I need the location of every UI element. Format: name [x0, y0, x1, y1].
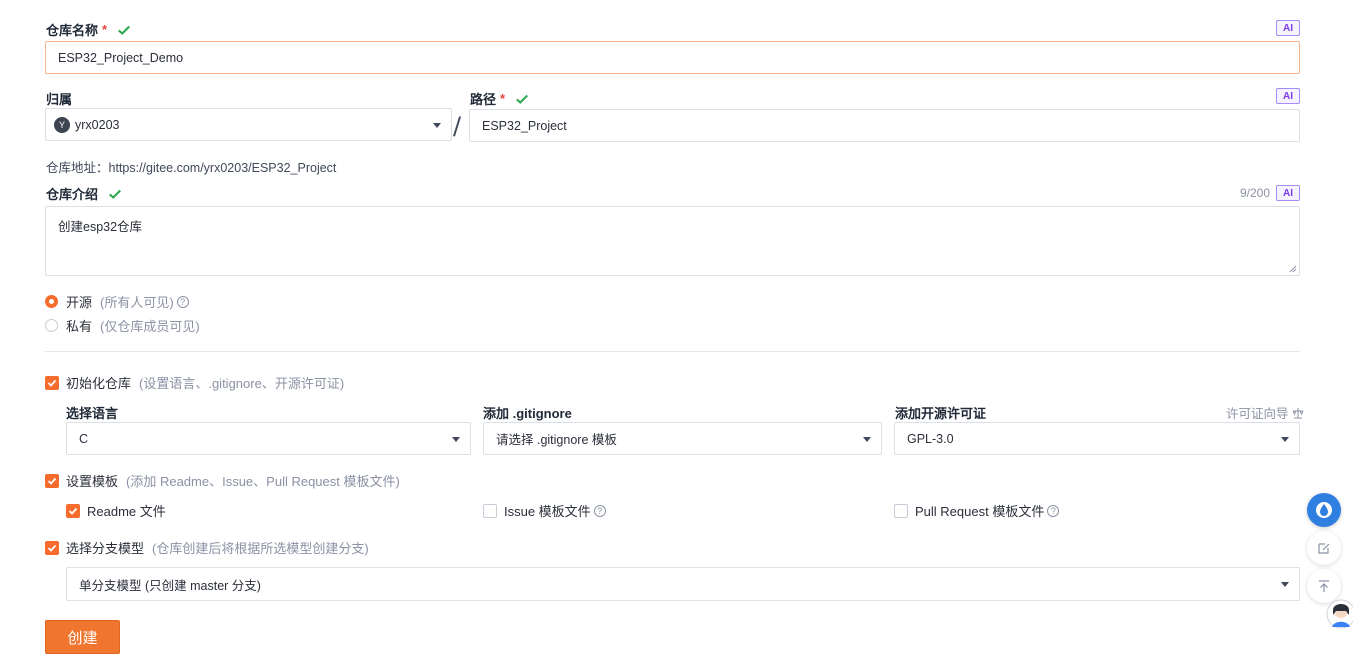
readme-checkbox[interactable] — [66, 503, 80, 518]
path-input[interactable]: ESP32_Project — [469, 109, 1300, 142]
ai-assist-button[interactable]: AI — [1276, 185, 1300, 201]
branch-model-option[interactable]: 选择分支模型 (仓库创建后将根据所选模型创建分支) — [45, 538, 369, 557]
gitignore-label: 添加 .gitignore — [483, 406, 572, 421]
branch-model-checkbox[interactable] — [45, 540, 59, 555]
pr-template-checkbox[interactable] — [894, 503, 908, 518]
branch-model-hint: (仓库创建后将根据所选模型创建分支) — [152, 541, 369, 556]
back-to-top-icon — [1319, 580, 1329, 592]
license-guide-text: 许可证向导 — [1226, 407, 1289, 421]
visibility-public-option[interactable]: 开源 (所有人可见) ? — [45, 292, 189, 311]
visibility-private-label: 私有 — [66, 319, 93, 334]
required-mark: * — [102, 22, 108, 37]
license-select[interactable]: GPL-3.0 — [894, 422, 1300, 455]
repo-name-label-text: 仓库名称 — [46, 23, 99, 38]
readme-option[interactable]: Readme 文件 — [66, 501, 166, 520]
description-label: 仓库介绍 — [46, 184, 122, 203]
language-select[interactable]: C — [66, 422, 471, 455]
chevron-down-icon — [452, 436, 460, 442]
path-label: 路径 * — [470, 89, 529, 108]
issue-template-label: Issue 模板文件 — [504, 504, 591, 519]
readme-label: Readme 文件 — [87, 504, 166, 519]
feedback-button[interactable] — [1307, 531, 1341, 565]
scale-icon — [1292, 407, 1303, 418]
init-repo-checkbox[interactable] — [45, 375, 59, 390]
pr-template-label: Pull Request 模板文件 — [915, 504, 1045, 519]
assistant-button[interactable] — [1307, 493, 1341, 527]
branch-model-select[interactable]: 单分支模型 (只创建 master 分支) — [66, 567, 1300, 601]
chevron-down-icon — [1281, 436, 1289, 442]
repo-name-label: 仓库名称 * — [46, 20, 131, 39]
divider — [45, 351, 1300, 352]
create-button[interactable]: 创建 — [45, 620, 120, 654]
visibility-private-option[interactable]: 私有 (仅仓库成员可见) — [45, 316, 200, 335]
feedback-edit-icon — [1318, 543, 1330, 554]
templates-option[interactable]: 设置模板 (添加 Readme、Issue、Pull Request 模板文件) — [45, 471, 400, 490]
required-mark: * — [500, 91, 506, 106]
init-repo-hint: (设置语言、.gitignore、开源许可证) — [139, 376, 345, 391]
ai-assist-button[interactable]: AI — [1276, 88, 1300, 104]
chevron-down-icon — [863, 436, 871, 442]
license-guide-link[interactable]: 许可证向导 — [1226, 403, 1304, 422]
repo-address: 仓库地址：https://gitee.com/yrx0203/ESP32_Pro… — [46, 161, 337, 175]
check-icon — [109, 189, 122, 199]
check-icon — [516, 94, 529, 104]
language-value: C — [79, 431, 89, 446]
owner-label: 归属 — [46, 89, 72, 108]
init-repo-option[interactable]: 初始化仓库 (设置语言、.gitignore、开源许可证) — [45, 373, 344, 392]
visibility-public-label: 开源 — [66, 295, 93, 310]
repo-name-value: ESP32_Project_Demo — [58, 50, 184, 65]
check-icon — [118, 25, 131, 35]
gitignore-select[interactable]: 请选择 .gitignore 模板 — [483, 422, 882, 455]
issue-template-option[interactable]: Issue 模板文件 ? — [483, 501, 606, 520]
gitignore-value: 请选择 .gitignore 模板 — [496, 433, 617, 447]
ai-assist-button[interactable]: AI — [1276, 20, 1300, 36]
visibility-private-hint: (仅仓库成员可见) — [100, 319, 200, 334]
description-textarea[interactable]: 创建esp32仓库 — [45, 206, 1300, 276]
help-icon[interactable]: ? — [1047, 504, 1060, 517]
chevron-down-icon — [433, 122, 441, 128]
templates-label: 设置模板 — [66, 474, 119, 489]
owner-select[interactable]: Y yrx0203 — [45, 108, 452, 141]
chevron-down-icon — [1281, 582, 1289, 587]
init-repo-label: 初始化仓库 — [66, 376, 132, 391]
description-label-text: 仓库介绍 — [46, 187, 99, 202]
char-counter: 9/200 — [1240, 186, 1271, 200]
templates-checkbox[interactable] — [45, 473, 59, 488]
language-label: 选择语言 — [66, 406, 119, 421]
path-label-text: 路径 — [470, 92, 497, 107]
assistant-drop-icon — [1316, 502, 1332, 518]
radio-private[interactable] — [45, 319, 58, 332]
radio-public[interactable] — [45, 295, 58, 308]
path-value: ESP32_Project — [482, 118, 567, 133]
path-separator: / — [453, 112, 462, 140]
owner-value: yrx0203 — [75, 117, 120, 132]
avatar: Y — [54, 116, 70, 133]
templates-hint: (添加 Readme、Issue、Pull Request 模板文件) — [126, 474, 400, 489]
issue-template-checkbox[interactable] — [483, 503, 497, 518]
license-value: GPL-3.0 — [907, 431, 954, 446]
avatar-icon[interactable] — [1326, 597, 1353, 631]
branch-model-value: 单分支模型 (只创建 master 分支) — [79, 578, 261, 593]
pr-template-option[interactable]: Pull Request 模板文件 ? — [894, 501, 1060, 520]
repo-name-input[interactable]: ESP32_Project_Demo — [45, 41, 1300, 74]
resize-handle-icon[interactable] — [1289, 265, 1297, 273]
description-value: 创建esp32仓库 — [58, 220, 143, 234]
help-icon[interactable]: ? — [593, 504, 606, 517]
license-label: 添加开源许可证 — [895, 406, 987, 421]
branch-model-label: 选择分支模型 — [66, 541, 145, 556]
help-icon[interactable]: ? — [176, 295, 189, 308]
owner-label-text: 归属 — [46, 92, 73, 107]
visibility-public-hint: (所有人可见) — [100, 295, 174, 310]
